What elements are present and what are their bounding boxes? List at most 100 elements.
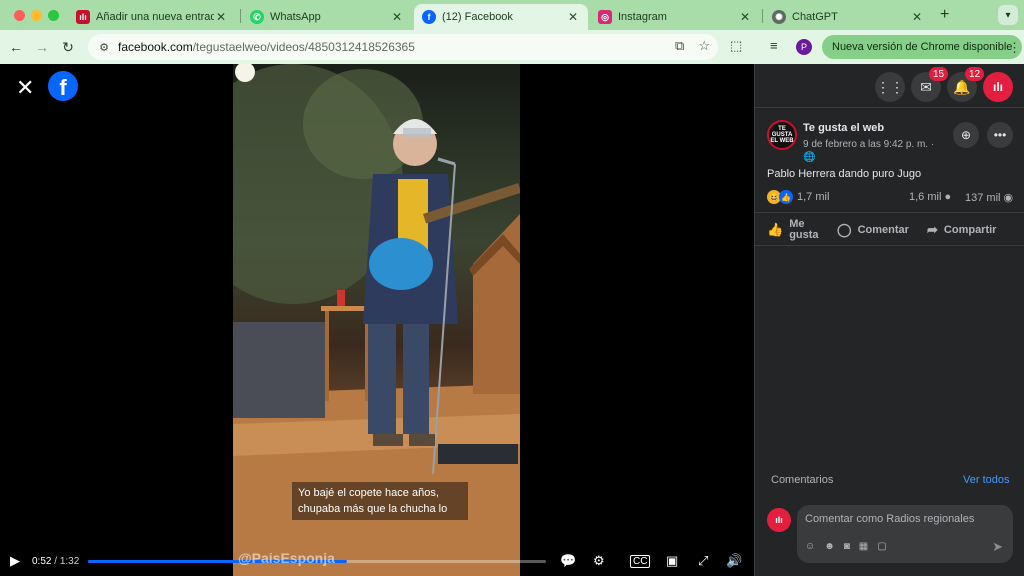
- extensions-icon[interactable]: ⬚: [730, 38, 742, 54]
- reactions-bar: 😆 👍 1,7 mil 1,6 mil ● 137 mil ◉: [767, 190, 1017, 206]
- tab-search-button[interactable]: ▾: [998, 5, 1018, 25]
- window-close-button[interactable]: [14, 10, 25, 21]
- more-options-icon[interactable]: •••: [987, 122, 1013, 148]
- volume-icon[interactable]: 🔊: [726, 553, 742, 569]
- tab-title: ChatGPT: [792, 11, 838, 23]
- see-all-comments-link[interactable]: Ver todos: [963, 474, 1009, 486]
- comments-heading: Comentarios: [771, 474, 834, 486]
- tab-divider: [240, 9, 241, 23]
- emoji-icon[interactable]: ☻: [824, 541, 835, 552]
- time-display: 0:52 / 1:32: [32, 556, 80, 567]
- post-header: TE GUSTA EL WEB Te gusta el web 9 de feb…: [767, 120, 1017, 164]
- facebook-logo-icon[interactable]: f: [48, 71, 78, 101]
- bookmark-star-icon[interactable]: ☆: [698, 38, 710, 54]
- video-controls: ▶ 0:52 / 1:32 💬 ⚙ CC ▣ ⤢ 🔊: [0, 550, 754, 576]
- post-text: Pablo Herrera dando puro Jugo: [767, 168, 922, 180]
- composer-tools: ☺ ☻ ◙ ▦ ▢: [805, 541, 887, 552]
- tab-strip: ılı Añadir una nueva entrada ‹ … ✕ ✆ Wha…: [0, 0, 1024, 30]
- comment-input-placeholder[interactable]: Comentar como Radios regionales: [805, 513, 974, 525]
- camera-icon[interactable]: ◙: [844, 541, 850, 552]
- tab-instagram[interactable]: ◎ Instagram ✕: [590, 4, 760, 30]
- notifications-badge: 12: [965, 67, 985, 81]
- sticker-icon[interactable]: ▢: [877, 541, 886, 552]
- comment-icon: ●: [944, 191, 952, 203]
- tab-facebook[interactable]: f (12) Facebook ✕: [414, 4, 588, 30]
- whatsapp-icon: ✆: [250, 10, 264, 24]
- comments-count[interactable]: 1,6 mil ●: [909, 191, 951, 203]
- share-label: Compartir: [943, 224, 997, 236]
- shares-count[interactable]: 137 mil ◉: [965, 191, 1013, 204]
- composer-avatar[interactable]: ılı: [767, 508, 791, 532]
- comment-bubble-icon: ◯: [837, 222, 852, 237]
- thumbs-up-icon: 👍: [767, 222, 784, 237]
- video-viewer: ✕ f Yo bajé el copete hace años, chupaba…: [0, 64, 754, 576]
- gear-icon[interactable]: ⚙: [593, 553, 605, 569]
- comment-button[interactable]: ◯ Comentar: [837, 217, 909, 243]
- reload-button[interactable]: ↻: [58, 37, 78, 57]
- caption-line-2: chupaba más que la chucha lo: [298, 503, 448, 515]
- tab-title: Añadir una nueva entrada ‹ …: [96, 11, 214, 23]
- close-icon[interactable]: ✕: [16, 75, 34, 101]
- gif-icon[interactable]: ▦: [859, 541, 868, 552]
- shares-count-text: 137 mil: [965, 192, 1001, 204]
- window-zoom-button[interactable]: [48, 10, 59, 21]
- url-path: /tegustaelweo/videos/4850312418526365: [192, 40, 415, 54]
- picture-in-picture-icon[interactable]: ▣: [666, 553, 678, 569]
- like-label-line-2: gusta: [789, 229, 819, 241]
- like-button[interactable]: 👍 Me gusta: [767, 217, 819, 243]
- chat-bubble-icon[interactable]: 💬: [560, 553, 576, 569]
- tab-close-icon[interactable]: ✕: [390, 10, 404, 24]
- forward-button[interactable]: →: [32, 37, 52, 57]
- share-button[interactable]: ➦ Compartir: [927, 217, 996, 243]
- post-side-panel: ⋮⋮ ✉ 15 🔔 12 ılı TE GUSTA EL WEB Te gust…: [754, 64, 1024, 576]
- address-bar[interactable]: ⚙ facebook.com/tegustaelweo/videos/48503…: [88, 34, 718, 60]
- save-post-icon[interactable]: ⊕: [953, 122, 979, 148]
- url-host: facebook.com: [118, 40, 193, 54]
- chatgpt-icon: ✺: [772, 10, 786, 24]
- account-avatar[interactable]: ılı: [983, 72, 1013, 102]
- reactions-count[interactable]: 1,7 mil: [797, 191, 829, 203]
- chrome-menu-icon[interactable]: ⋮: [1008, 40, 1021, 56]
- play-icon[interactable]: ▶: [10, 553, 20, 569]
- facebook-icon: f: [422, 10, 436, 24]
- chrome-update-button[interactable]: Nueva versión de Chrome disponible: [822, 35, 1023, 59]
- post-date[interactable]: 9 de febrero a las 9:42 p. m. · 🌐: [803, 138, 945, 164]
- caption-line-1: Yo bajé el copete hace años,: [298, 487, 439, 499]
- send-icon[interactable]: ➤: [992, 539, 1003, 555]
- page-avatar[interactable]: TE GUSTA EL WEB: [767, 120, 797, 150]
- closed-captions-icon[interactable]: CC: [630, 555, 651, 568]
- fullscreen-icon[interactable]: ⤢: [698, 553, 708, 569]
- profile-avatar[interactable]: P: [796, 39, 812, 55]
- tab-divider: [762, 9, 763, 23]
- eye-icon: ◉: [1003, 192, 1014, 204]
- avatar-sticker-icon[interactable]: ☺: [805, 541, 815, 552]
- tab-whatsapp[interactable]: ✆ WhatsApp ✕: [242, 4, 412, 30]
- post-actions: 👍 Me gusta ◯ Comentar ➦ Compartir: [755, 212, 1024, 246]
- tab-chatgpt[interactable]: ✺ ChatGPT ✕: [764, 4, 932, 30]
- total-time: 1:32: [59, 556, 80, 567]
- media-controls-icon[interactable]: ≡: [770, 38, 778, 53]
- tab-close-icon[interactable]: ✕: [214, 10, 228, 24]
- tab-title: WhatsApp: [270, 11, 321, 23]
- cast-icon[interactable]: ⧉: [675, 38, 684, 54]
- tab-title: (12) Facebook: [442, 11, 513, 23]
- comment-label: Comentar: [857, 224, 909, 236]
- site-info-icon[interactable]: ⚙: [96, 39, 112, 55]
- like-label: Me gusta: [789, 219, 818, 241]
- video-watermark: @PaisEsponja: [238, 550, 335, 566]
- comment-composer[interactable]: Comentar como Radios regionales ☺ ☻ ◙ ▦ …: [797, 505, 1013, 563]
- like-reaction-icon[interactable]: 👍: [779, 190, 793, 204]
- back-button[interactable]: ←: [6, 37, 26, 57]
- menu-grid-icon[interactable]: ⋮⋮: [875, 72, 905, 102]
- radio-logo-icon: ılı: [76, 10, 90, 24]
- tab-close-icon[interactable]: ✕: [566, 10, 580, 24]
- tab-close-icon[interactable]: ✕: [910, 10, 924, 24]
- new-tab-button[interactable]: +: [940, 6, 949, 24]
- page-name[interactable]: Te gusta el web: [803, 122, 884, 134]
- messenger-badge: 15: [929, 67, 949, 81]
- tab-wordpress[interactable]: ılı Añadir una nueva entrada ‹ … ✕: [68, 4, 236, 30]
- window-minimize-button[interactable]: [31, 10, 42, 21]
- url-text: facebook.com/tegustaelweo/videos/4850312…: [118, 40, 415, 54]
- post-date-text: 9 de febrero a las 9:42 p. m. ·: [803, 139, 935, 150]
- tab-close-icon[interactable]: ✕: [738, 10, 752, 24]
